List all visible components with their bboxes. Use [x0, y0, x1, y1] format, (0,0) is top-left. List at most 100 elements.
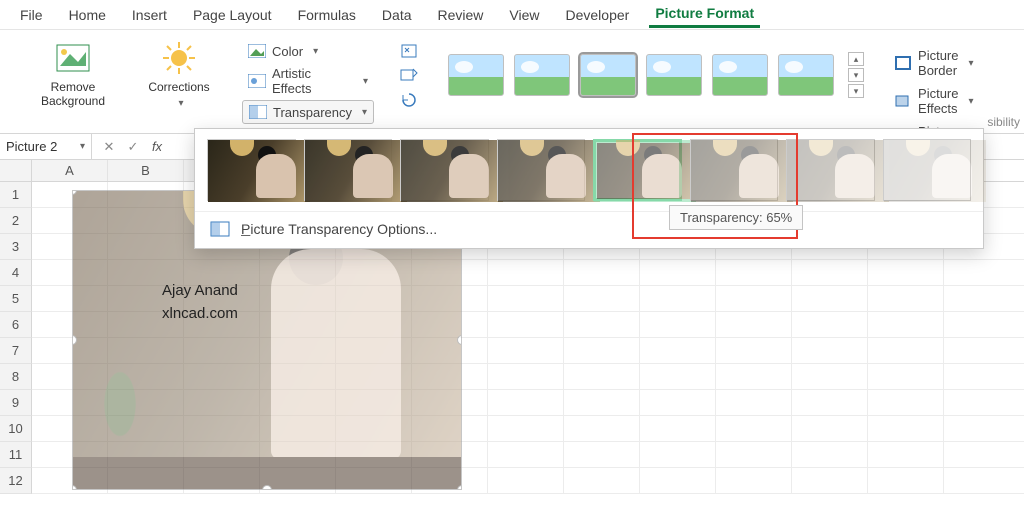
- color-label: Color: [272, 44, 303, 59]
- tab-page-layout[interactable]: Page Layout: [187, 3, 278, 27]
- styles-pager: ▴ ▾ ▾: [844, 52, 864, 98]
- tab-file[interactable]: File: [14, 3, 49, 27]
- styles-scroll-down[interactable]: ▾: [848, 68, 864, 82]
- row-header[interactable]: 1: [0, 182, 32, 208]
- row-header[interactable]: 10: [0, 416, 32, 442]
- row-header[interactable]: 3: [0, 234, 32, 260]
- picture-border-label: Picture Border: [918, 48, 958, 78]
- row-header[interactable]: 6: [0, 312, 32, 338]
- transparency-preset-wrap[interactable]: [400, 139, 489, 201]
- tab-data[interactable]: Data: [376, 3, 418, 27]
- row-header[interactable]: 4: [0, 260, 32, 286]
- color-button[interactable]: Color: [242, 40, 374, 62]
- column-header[interactable]: A: [32, 160, 108, 181]
- transparency-preset[interactable]: [208, 140, 310, 202]
- tab-home[interactable]: Home: [63, 3, 112, 27]
- transparency-gallery: Transparency: 65% Picture Transparency O…: [194, 128, 984, 249]
- reset-picture-button[interactable]: [394, 88, 424, 110]
- picture-styles-gallery: ▴ ▾ ▾: [444, 36, 868, 98]
- transparency-preset[interactable]: [691, 140, 793, 202]
- transparency-icon: [249, 103, 267, 121]
- column-header[interactable]: B: [108, 160, 184, 181]
- styles-scroll-up[interactable]: ▴: [848, 52, 864, 66]
- alt-text-button[interactable]: Alt Text: [1000, 36, 1024, 108]
- transparency-preset-wrap[interactable]: [304, 139, 393, 201]
- transparency-preset[interactable]: [884, 140, 986, 202]
- style-preset[interactable]: [514, 54, 570, 96]
- styles-expand[interactable]: ▾: [848, 84, 864, 98]
- row-header[interactable]: 12: [0, 468, 32, 494]
- transparency-button[interactable]: Transparency: [242, 100, 374, 124]
- ribbon: Remove Background Corrections Color Arti…: [0, 30, 1024, 134]
- style-preset[interactable]: [580, 54, 636, 96]
- ribbon-tabs: File Home Insert Page Layout Formulas Da…: [0, 0, 1024, 30]
- tab-review[interactable]: Review: [432, 3, 490, 27]
- artistic-effects-label: Artistic Effects: [272, 66, 353, 96]
- transparency-preset[interactable]: [787, 140, 889, 202]
- transparency-preset-wrap[interactable]: [786, 139, 875, 201]
- watermark-line2: xlncad.com: [162, 303, 238, 326]
- remove-background-button[interactable]: Remove Background: [30, 36, 116, 108]
- row-header[interactable]: 5: [0, 286, 32, 312]
- fx-icon[interactable]: fx: [148, 139, 166, 154]
- picture-transparency-options-label: Picture Transparency Options...: [241, 221, 437, 237]
- artistic-effects-icon: [248, 72, 266, 90]
- cancel-entry-icon[interactable]: ✕: [100, 139, 118, 155]
- remove-background-label: Remove Background: [41, 80, 105, 108]
- picture-border-button[interactable]: Picture Border: [888, 46, 980, 80]
- transparency-preset-wrap[interactable]: [207, 139, 296, 201]
- change-picture-button[interactable]: [394, 64, 424, 86]
- transparency-preset-wrap[interactable]: [883, 139, 972, 201]
- resize-handle[interactable]: [262, 485, 272, 490]
- style-preset[interactable]: [712, 54, 768, 96]
- style-preset[interactable]: [646, 54, 702, 96]
- picture-border-icon: [894, 54, 912, 72]
- artistic-effects-button[interactable]: Artistic Effects: [242, 64, 374, 98]
- corrections-button[interactable]: Corrections: [136, 36, 222, 109]
- picture-transparency-options[interactable]: Picture Transparency Options...: [195, 211, 983, 248]
- row-header[interactable]: 7: [0, 338, 32, 364]
- color-icon: [248, 42, 266, 60]
- row-header[interactable]: 9: [0, 390, 32, 416]
- watermark-line1: Ajay Anand: [162, 280, 238, 303]
- compress-pictures-button[interactable]: [394, 40, 424, 62]
- resize-handle[interactable]: [457, 485, 462, 490]
- tab-developer[interactable]: Developer: [560, 3, 636, 27]
- tab-view[interactable]: View: [503, 3, 545, 27]
- picture-effects-label: Picture Effects: [918, 86, 958, 116]
- transparency-preset-wrap[interactable]: [593, 139, 682, 201]
- row-header[interactable]: 11: [0, 442, 32, 468]
- picture-effects-icon: [894, 92, 912, 110]
- remove-background-icon: [55, 40, 91, 76]
- transparency-preset-wrap[interactable]: [497, 139, 586, 201]
- corrections-icon: [161, 40, 197, 76]
- transparency-preset-wrap[interactable]: [690, 139, 779, 201]
- compress-pictures-icon: [400, 42, 418, 60]
- tab-insert[interactable]: Insert: [126, 3, 173, 27]
- transparency-preset[interactable]: [498, 140, 600, 202]
- name-box[interactable]: Picture 2 ▾: [0, 134, 92, 159]
- reset-picture-icon: [400, 90, 418, 108]
- row-header[interactable]: 8: [0, 364, 32, 390]
- style-preset[interactable]: [448, 54, 504, 96]
- resize-handle[interactable]: [72, 335, 77, 345]
- select-all-corner[interactable]: [0, 160, 32, 181]
- name-box-value: Picture 2: [6, 139, 57, 154]
- name-box-dropdown-icon[interactable]: ▾: [80, 141, 85, 152]
- transparency-presets-row: [195, 129, 983, 211]
- resize-handle[interactable]: [72, 190, 77, 195]
- confirm-entry-icon[interactable]: ✓: [124, 139, 142, 155]
- resize-handle[interactable]: [457, 335, 462, 345]
- transparency-preset[interactable]: [594, 140, 696, 202]
- corrections-label: Corrections: [148, 80, 209, 94]
- transparency-label: Transparency: [273, 105, 352, 120]
- tab-picture-format[interactable]: Picture Format: [649, 1, 760, 28]
- transparency-preset[interactable]: [305, 140, 407, 202]
- tab-formulas[interactable]: Formulas: [292, 3, 362, 27]
- picture-effects-button[interactable]: Picture Effects: [888, 84, 980, 118]
- transparency-preset[interactable]: [401, 140, 503, 202]
- style-preset[interactable]: [778, 54, 834, 96]
- picture-transparency-options-icon: [209, 220, 231, 238]
- row-header[interactable]: 2: [0, 208, 32, 234]
- transparency-tooltip: Transparency: 65%: [669, 205, 803, 230]
